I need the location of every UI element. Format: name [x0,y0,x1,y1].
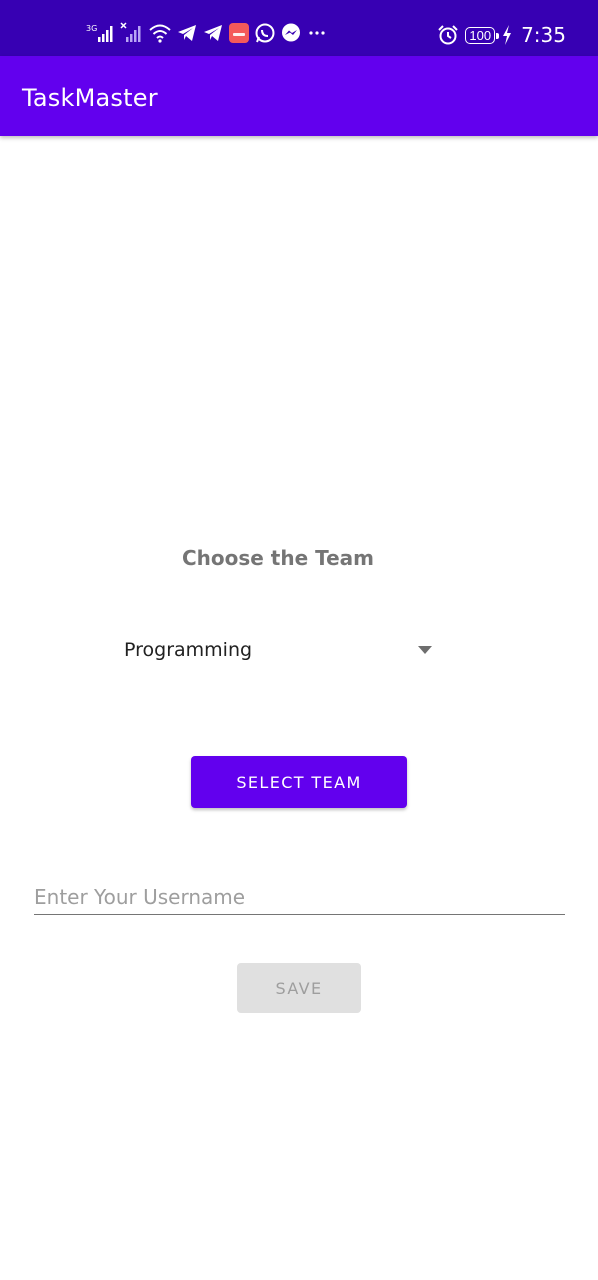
signal-no-service-icon [120,22,144,44]
telegram-icon [176,22,198,44]
team-spinner[interactable]: Programming [110,624,446,678]
app-title: TaskMaster [22,84,158,112]
status-bar: 3G 100 7:35 [0,0,598,56]
status-time: 7:35 [521,23,566,47]
app-bar: TaskMaster [0,56,598,136]
battery-icon: 100 [465,26,499,44]
team-spinner-selected: Programming [124,639,253,661]
status-system-icons: 100 7:35 [437,18,566,52]
more-icon [306,22,328,44]
choose-team-label: Choose the Team [181,546,375,570]
app-notification-icon [228,22,250,44]
username-field[interactable] [34,880,565,915]
charging-icon [501,24,513,46]
messenger-icon [280,22,302,44]
telegram-icon [202,22,224,44]
wifi-icon [148,22,172,44]
signal-icon: 3G [86,22,116,44]
alarm-icon [437,24,459,46]
whatsapp-icon [254,22,276,44]
select-team-button[interactable]: SELECT TEAM [191,756,407,808]
status-notification-icons: 3G [86,18,328,48]
network-type-label: 3G [86,24,97,33]
save-button[interactable]: SAVE [237,963,361,1013]
battery-level: 100 [469,27,492,43]
username-input[interactable] [34,880,565,913]
dropdown-arrow-icon [418,646,432,654]
screen: 3G 100 7:35 TaskMaster Choose the Team P… [0,0,598,1280]
